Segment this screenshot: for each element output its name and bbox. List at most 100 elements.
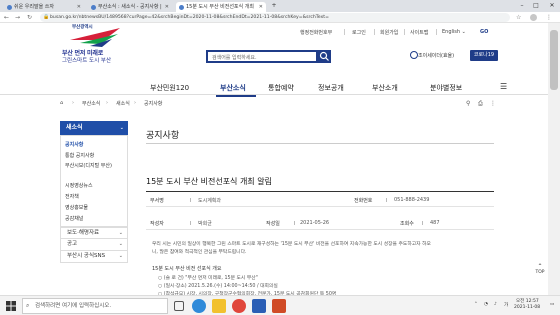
- breadcrumb-item[interactable]: 부산소식: [82, 100, 100, 107]
- breadcrumb-item[interactable]: 공지사항: [144, 100, 162, 107]
- post-title: 15분 도시 부산 비전선포식 개최 알림: [146, 177, 272, 186]
- sidebar-item-video-news[interactable]: 시정영상뉴스: [65, 182, 93, 189]
- search-icon: [319, 51, 329, 61]
- browser-tab-bar: 쉬운 우리말을 쓰자 ✕ 부산소식 : 새소식 - 공지사항 | ✕ 15분 도…: [0, 0, 560, 12]
- browser-tab-3[interactable]: 15분 도시 부산 비전선포식 개최 ✕: [176, 2, 266, 12]
- util-link-sitemap[interactable]: 사이트맵: [410, 29, 428, 36]
- sidebar-item-gazette[interactable]: 부산시보(디지털 부산): [65, 163, 125, 170]
- clock-time[interactable]: 오전 12:57: [516, 298, 539, 304]
- sidebar-header[interactable]: 새소식 ⌄: [60, 121, 128, 135]
- notification-icon[interactable]: ▭: [550, 302, 554, 307]
- nav-about-busan[interactable]: 부산소개: [372, 83, 398, 93]
- logo-badge: 부산광역시: [72, 25, 93, 30]
- url-field[interactable]: 🔒 busan.go.kr/nbtnewsBU/1489568?curPage=…: [40, 13, 510, 22]
- sidebar-item-promo-video[interactable]: 영상홍보물: [65, 204, 88, 211]
- chevron-down-icon: ⌄: [119, 125, 124, 131]
- taskbar-search-input[interactable]: ⌕ 검색하려면 여기에 입력하십시오.: [22, 298, 168, 314]
- new-tab-icon[interactable]: +: [268, 0, 280, 12]
- active-nav-indicator: [216, 95, 256, 97]
- breadcrumb: ⌂ › 부산소식 › 새소식 › 공지사항: [60, 99, 490, 109]
- task-view-icon[interactable]: [174, 301, 184, 311]
- minimize-icon[interactable]: –: [516, 0, 528, 12]
- maximize-icon[interactable]: □: [530, 0, 542, 12]
- divider: [344, 29, 345, 35]
- more-icon[interactable]: ⋮: [490, 100, 496, 107]
- powerpoint-app-icon[interactable]: [272, 299, 286, 313]
- language-select[interactable]: English ⌄: [442, 29, 466, 35]
- back-icon[interactable]: ←: [2, 13, 11, 22]
- go-button[interactable]: GO: [480, 29, 488, 35]
- sidebar-item-ebook[interactable]: 전자책: [65, 193, 79, 200]
- page-title: 공지사항: [146, 131, 180, 141]
- browser-tab-2[interactable]: 부산소식 : 새소식 - 공지사항 | ✕: [88, 2, 172, 12]
- util-link-login[interactable]: 로그인: [352, 29, 366, 36]
- divider: [422, 221, 423, 225]
- arrow-up-icon: ⌃: [537, 263, 543, 270]
- sidebar-item-announcement[interactable]: 공고 ⌄: [60, 239, 128, 251]
- reload-icon[interactable]: ↻: [25, 13, 34, 22]
- search-placeholder: 검색어를 입력하세요.: [212, 55, 257, 61]
- ime-icon[interactable]: 가: [504, 302, 508, 308]
- scroll-top-label: TOP: [535, 270, 545, 275]
- favicon-icon: [91, 5, 96, 10]
- close-tab-icon[interactable]: ✕: [259, 2, 263, 12]
- network-icon[interactable]: ◔: [484, 302, 488, 307]
- sidebar-item-unified-notice[interactable]: 통합 공지사항: [65, 152, 94, 159]
- sidebar-item-notice[interactable]: 공지사항: [65, 141, 83, 148]
- print-icon[interactable]: ⎙: [478, 100, 483, 108]
- sidebar-item-sns[interactable]: 부산시 공식SNS ⌄: [60, 251, 128, 263]
- nav-civil-120[interactable]: 부산민원120: [150, 83, 189, 93]
- sidebar-submenu-label: 보도·해명자료: [67, 230, 100, 236]
- nav-menu-icon[interactable]: ☰: [500, 82, 507, 91]
- file-explorer-icon[interactable]: [212, 299, 226, 313]
- sidebar-item-press[interactable]: 보도·해명자료 ⌄: [60, 227, 128, 239]
- util-link-join[interactable]: 회원가입: [380, 29, 398, 36]
- date-label: 작성일: [266, 221, 280, 227]
- scroll-top-button[interactable]: ⌃ TOP: [533, 263, 547, 281]
- user-status[interactable]: 조이세이더(효율): [418, 52, 454, 59]
- share-icon[interactable]: ⚲: [466, 100, 470, 107]
- divider: [146, 143, 494, 144]
- divider: [190, 198, 191, 202]
- tray-chevron-up-icon[interactable]: ⌃: [474, 302, 478, 307]
- nav-busan-news[interactable]: 부산소식: [220, 83, 246, 93]
- chevron-right-icon: ›: [106, 100, 108, 106]
- close-tab-icon[interactable]: ✕: [77, 2, 81, 12]
- sidebar-submenu-label: 부산시 공식SNS: [67, 253, 106, 259]
- favicon-icon: [179, 5, 184, 10]
- favicon-icon: [7, 5, 12, 10]
- menu-dots-icon[interactable]: ⋮: [546, 14, 553, 21]
- volume-icon[interactable]: ♪: [494, 302, 497, 307]
- search-button[interactable]: [318, 50, 331, 63]
- address-bar-row: ← → ↻ 🔒 busan.go.kr/nbtnewsBU/1489568?cu…: [0, 12, 560, 23]
- post-body-line: ○ (슬 로 건) "부산 먼저 미래로, 15분 도시 부산": [158, 276, 258, 281]
- nav-info-disclosure[interactable]: 정보공개: [318, 83, 344, 93]
- nav-reservation[interactable]: 통합예약: [268, 83, 294, 93]
- profile-icon[interactable]: [530, 14, 537, 21]
- clock-date[interactable]: 2021-11-08: [514, 305, 540, 310]
- divider: [436, 29, 437, 35]
- word-app-icon[interactable]: [252, 299, 266, 313]
- close-tab-icon[interactable]: ✕: [165, 2, 169, 12]
- main-navigation: 부산민원120 부산소식 통합예약 정보공개 부산소개 분야별정보 ☰: [0, 81, 548, 95]
- forward-icon[interactable]: →: [13, 13, 22, 22]
- windows-start-icon[interactable]: [6, 301, 16, 311]
- covid19-button[interactable]: 코로나19: [470, 50, 498, 61]
- util-link-phonebook[interactable]: 행정전화번호부: [300, 29, 332, 36]
- star-icon[interactable]: ☆: [516, 14, 523, 21]
- sidebar-item-empathy[interactable]: 공감채널: [65, 215, 83, 222]
- sidebar-list: 공지사항 통합 공지사항 부산시보(디지털 부산) 시정영상뉴스 전자책 영상홍…: [60, 135, 128, 227]
- close-window-icon[interactable]: ✕: [546, 0, 558, 12]
- lock-icon: 🔒: [43, 14, 50, 20]
- tab-label: 부산소식 : 새소식 - 공지사항 |: [98, 4, 162, 10]
- nav-field-info[interactable]: 분야별정보: [430, 83, 462, 93]
- home-icon[interactable]: ⌂: [60, 100, 63, 106]
- breadcrumb-item[interactable]: 새소식: [116, 100, 130, 107]
- busan-logo[interactable]: 부산 먼저 미래로 그린스마트 도시 부산: [60, 26, 130, 64]
- edge-app-icon[interactable]: [192, 299, 206, 313]
- browser-tab-1[interactable]: 쉬운 우리말을 쓰자 ✕: [4, 2, 84, 12]
- chrome-app-icon[interactable]: [232, 299, 246, 313]
- site-search-input[interactable]: 검색어를 입력하세요.: [206, 50, 318, 63]
- divider: [386, 198, 387, 202]
- scrollbar-thumb[interactable]: [550, 30, 558, 90]
